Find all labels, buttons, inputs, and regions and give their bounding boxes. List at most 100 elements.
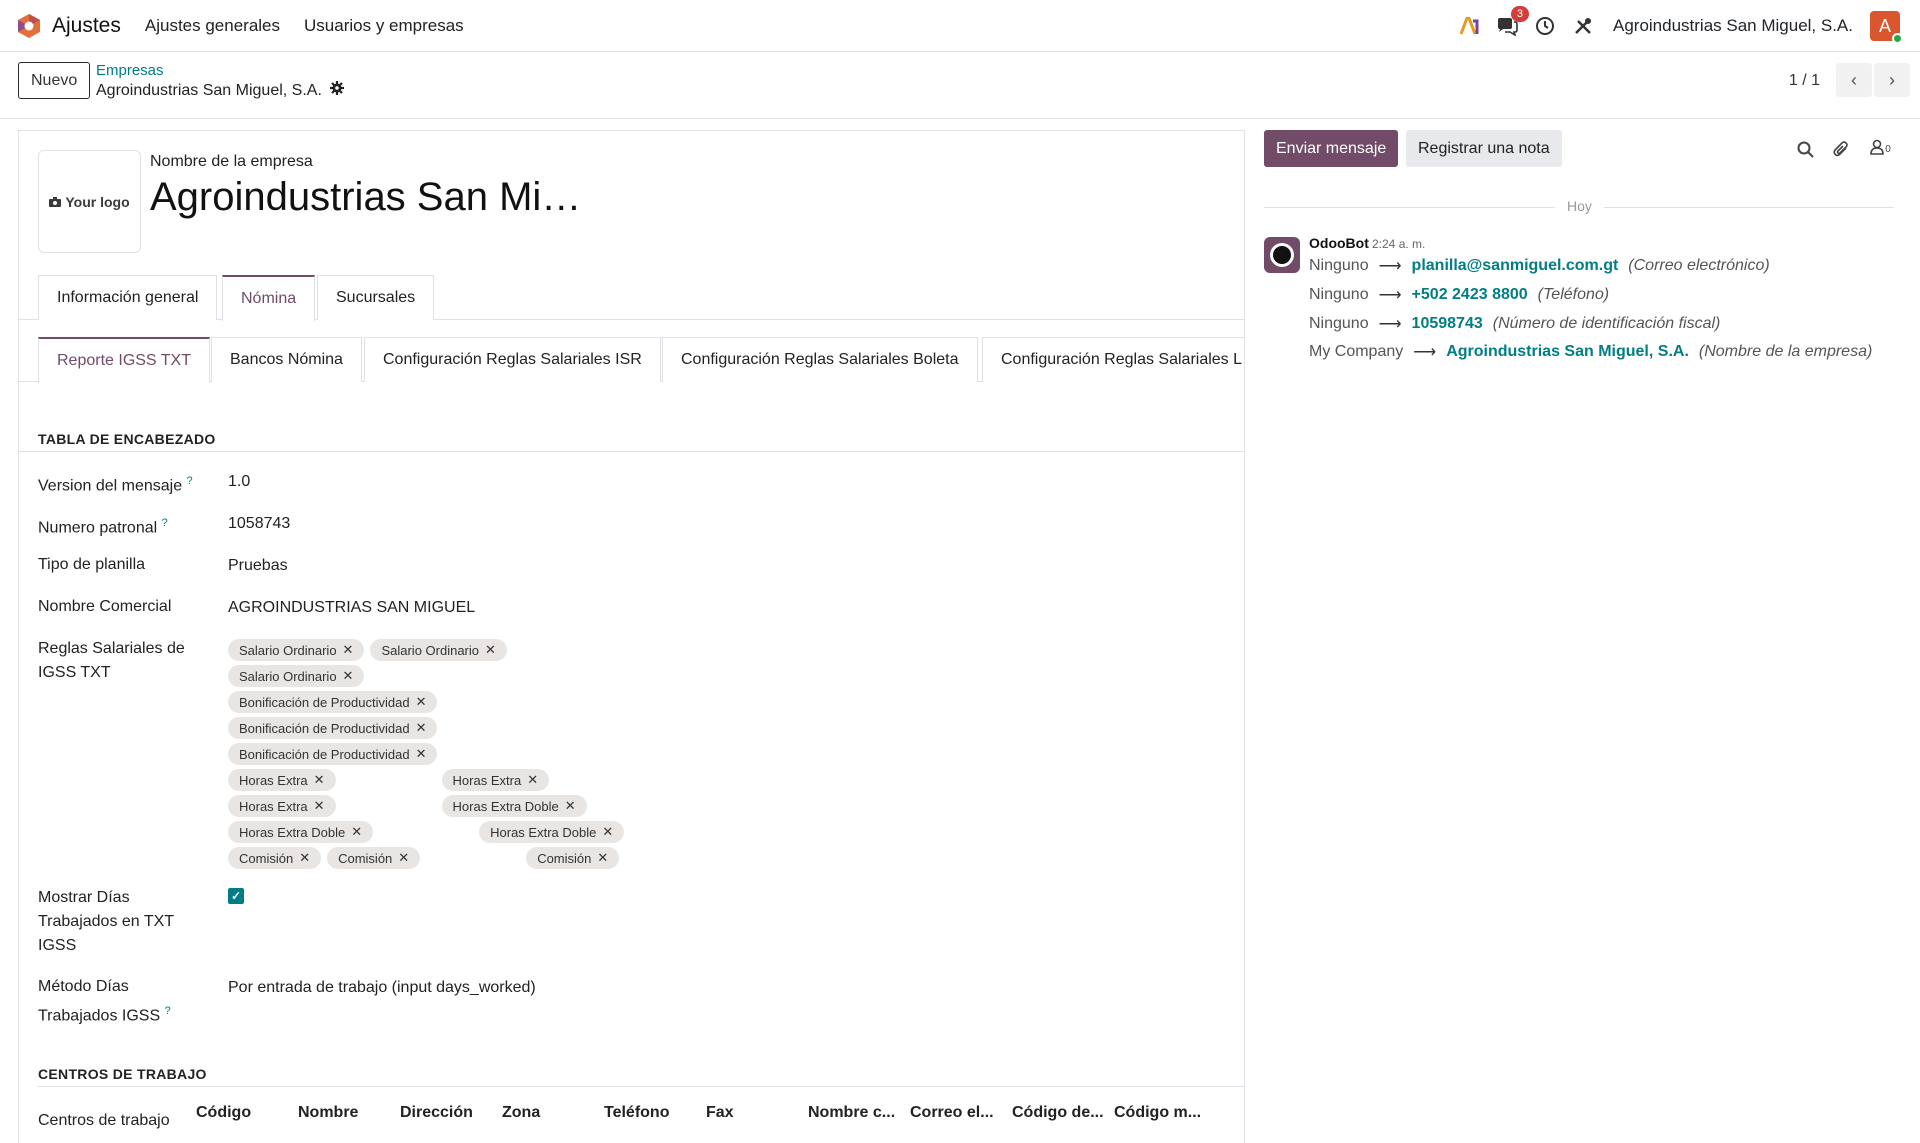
menu-ajustes-generales[interactable]: Ajustes generales [145,16,280,36]
ai-icon[interactable] [1457,14,1481,38]
message-author[interactable]: OdooBot [1309,235,1369,251]
close-icon[interactable]: ✕ [314,772,325,788]
tracking-line: Ninguno ⟶ planilla@sanmiguel.com.gt (Correo… [1309,257,1770,275]
metodo-dias-value[interactable]: Por entrada de trabajo (input days_worke… [228,979,536,997]
tracking-line: Ninguno ⟶ 10598743 (Número de identificació… [1309,315,1721,333]
close-icon[interactable]: ✕ [485,642,496,658]
followers-button[interactable]: 0 [1865,138,1895,160]
close-icon[interactable]: ✕ [527,772,538,788]
tag-horas-extra[interactable]: Horas Extra ✕ [228,769,336,791]
close-icon[interactable]: ✕ [416,746,427,762]
col-nombre[interactable]: Nombre [298,1104,400,1122]
version-value[interactable]: 1.0 [228,473,250,491]
tag-comision[interactable]: Comisión ✕ [327,847,421,869]
close-icon[interactable]: ✕ [314,798,325,814]
tag-horas-extra[interactable]: Horas Extra ✕ [228,795,336,817]
arrow-right-icon: ⟶ [1413,344,1437,361]
col-nombre-c[interactable]: Nombre c... [808,1104,910,1122]
col-fax[interactable]: Fax [706,1104,808,1122]
tag-bonificacion[interactable]: Bonificación de Productividad ✕ [228,691,438,713]
col-zona[interactable]: Zona [502,1104,604,1122]
close-icon[interactable]: ✕ [565,798,576,814]
mostrar-dias-checkbox[interactable]: ✓ [228,888,244,904]
tag-horas-extra-doble[interactable]: Horas Extra Doble ✕ [441,795,587,817]
clock-icon[interactable] [1533,14,1557,38]
tag-horas-extra-doble[interactable]: Horas Extra Doble ✕ [228,821,374,843]
tab-sucursales[interactable]: Sucursales [317,275,435,320]
tools-icon[interactable] [1571,14,1595,38]
messages-icon[interactable]: 3 [1495,6,1529,38]
top-navbar: Ajustes Ajustes generales Usuarios y emp… [0,0,1920,52]
col-codigo-de[interactable]: Código de... [1012,1104,1114,1122]
subtab-reglas-boleta[interactable]: Configuración Reglas Salariales Boleta [662,337,978,382]
help-icon: ? [186,475,193,487]
close-icon[interactable]: ✕ [416,720,427,736]
subtab-reglas-isr[interactable]: Configuración Reglas Salariales ISR [364,337,661,382]
log-note-button[interactable]: Registrar una nota [1406,130,1562,167]
messages-badge: 3 [1510,6,1529,22]
pager-previous-button[interactable]: ‹ [1836,63,1872,97]
col-codigo-m[interactable]: Código m... [1114,1104,1216,1122]
col-codigo[interactable]: Código [196,1104,298,1122]
close-icon[interactable]: ✕ [416,694,427,710]
close-icon[interactable]: ✕ [602,824,613,840]
help-icon: ? [164,1005,171,1017]
tracking-line: Ninguno ⟶ +502 2423 8800 (Teléfono) [1309,286,1610,304]
tag-horas-extra-doble[interactable]: Horas Extra Doble ✕ [479,821,625,843]
close-icon[interactable]: ✕ [299,850,310,866]
reglas-tags[interactable]: Salario Ordinario ✕ Salario Ordinario ✕ Sa… [228,639,648,869]
odoo-app-icon[interactable] [16,13,42,39]
odoobot-avatar[interactable] [1264,237,1300,273]
form-sheet: Your logo Nombre de la empresa Agroindus… [18,130,1245,1143]
help-icon: ? [161,517,168,529]
close-icon[interactable]: ✕ [343,642,354,658]
tag-comision[interactable]: Comisión ✕ [228,847,322,869]
tag-salario-ordinario[interactable]: Salario Ordinario ✕ [370,639,507,661]
pager-next-button[interactable]: › [1874,63,1910,97]
subtab-reporte-igss[interactable]: Reporte IGSS TXT [38,337,210,383]
user-avatar[interactable]: A [1870,11,1903,44]
arrow-right-icon: ⟶ [1378,287,1402,304]
company-name-field[interactable]: Agroindustrias San Mi… [150,175,581,220]
tag-horas-extra[interactable]: Horas Extra ✕ [441,769,550,791]
search-icon[interactable] [1794,138,1816,160]
control-panel: Nuevo Empresas Agroindustrias San Miguel… [0,52,1920,119]
col-correo[interactable]: Correo el... [910,1104,1012,1122]
tab-informacion-general[interactable]: Información general [38,275,218,320]
menu-usuarios-empresas[interactable]: Usuarios y empresas [304,16,464,36]
paperclip-icon[interactable] [1829,138,1851,160]
user-icon [1869,139,1885,160]
centros-table-header: Código Nombre Dirección Zona Teléfono Fa… [196,1104,1216,1122]
breadcrumb-empresas[interactable]: Empresas [96,62,164,79]
tag-salario-ordinario[interactable]: Salario Ordinario ✕ [228,639,365,661]
app-title[interactable]: Ajustes [52,14,121,38]
new-button[interactable]: Nuevo [18,62,91,99]
send-message-button[interactable]: Enviar mensaje [1264,130,1399,167]
breadcrumb-current: Agroindustrias San Miguel, S.A. [96,81,344,100]
check-icon: ✓ [230,889,242,903]
tab-nomina[interactable]: Nómina [222,275,316,321]
close-icon[interactable]: ✕ [343,668,354,684]
subtab-bancos-nomina[interactable]: Bancos Nómina [211,337,362,382]
centros-label: Centros de trabajo [38,1112,170,1129]
comercial-value[interactable]: AGROINDUSTRIAS SAN MIGUEL [228,599,475,617]
tag-bonificacion[interactable]: Bonificación de Productividad ✕ [228,743,438,765]
tag-salario-ordinario[interactable]: Salario Ordinario ✕ [228,665,365,687]
subtab-reglas-l[interactable]: Configuración Reglas Salariales L [982,337,1244,382]
close-icon[interactable]: ✕ [398,850,409,866]
col-telefono[interactable]: Teléfono [604,1104,706,1122]
planilla-value[interactable]: Pruebas [228,557,288,575]
section-divider [38,1086,1244,1087]
tracking-line: My Company ⟶ Agroindustrias San Miguel, S.… [1309,343,1873,361]
gear-icon[interactable] [329,81,344,100]
company-switcher[interactable]: Agroindustrias San Miguel, S.A. [1613,16,1853,36]
tag-bonificacion[interactable]: Bonificación de Productividad ✕ [228,717,438,739]
patronal-value[interactable]: 1058743 [228,515,290,533]
pager-value[interactable]: 1 / 1 [1789,72,1820,90]
col-direccion[interactable]: Dirección [400,1104,502,1122]
tag-comision[interactable]: Comisión ✕ [526,847,620,869]
close-icon[interactable]: ✕ [597,850,608,866]
close-icon[interactable]: ✕ [351,824,362,840]
arrow-right-icon: ⟶ [1378,316,1402,333]
company-logo[interactable]: Your logo [38,150,141,253]
